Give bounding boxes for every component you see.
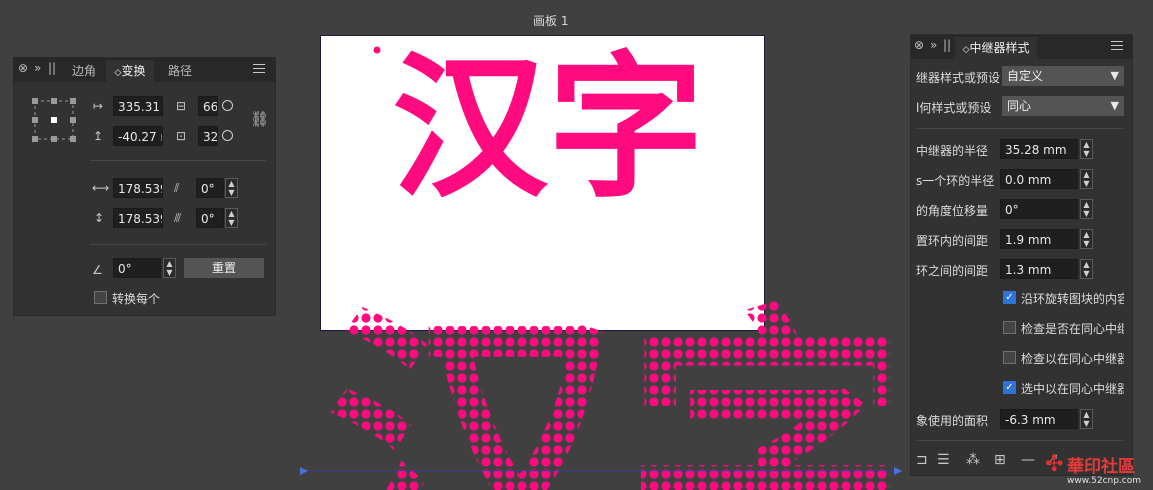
scale-width-field[interactable]: 178.539 — [113, 178, 163, 198]
width-field[interactable]: 663 — [198, 96, 218, 116]
repeater-radius-stepper[interactable]: ▲ ▼ — [1080, 139, 1093, 159]
skew-vertical-field[interactable]: 0° — [196, 208, 224, 228]
skew-horizontal-stepper[interactable]: ▲ ▼ — [225, 178, 238, 198]
divider — [916, 128, 1124, 129]
first-ring-radius-label: s一个环的半径 — [916, 174, 995, 188]
ring-spacing-stepper[interactable]: ▲ ▼ — [1080, 229, 1093, 249]
width-icon: ⊟ — [176, 99, 187, 113]
tab-transform-label: 变换 — [121, 64, 146, 78]
transform-each-label: 转换每个 — [112, 292, 161, 306]
rotate-angle-icon: ∠ — [92, 263, 103, 277]
ring-spacing-label: 置环内的间距 — [916, 234, 989, 248]
tab-path[interactable]: 路径 — [160, 60, 200, 82]
repeater-style-dropdown[interactable]: 自定义 ▼ — [1002, 66, 1124, 86]
ring-spacing-field[interactable]: 1.9 mm — [1000, 229, 1078, 249]
repeater-radius-field[interactable]: 35.28 mm — [1000, 139, 1078, 159]
divider — [90, 244, 266, 245]
rotate-field[interactable]: 0° — [113, 258, 161, 278]
transform-each-checkbox[interactable] — [94, 291, 107, 304]
link-proportions-icon[interactable]: ⛓ — [250, 112, 269, 127]
divider — [90, 160, 266, 161]
check-concentric-label: 检查是否在同心中继 — [1021, 322, 1124, 336]
watermark: ✣ 華印社區 www.52cnp.com — [1045, 452, 1153, 490]
collapse-panel-icon[interactable]: » — [34, 61, 41, 75]
width-radio[interactable] — [222, 100, 233, 111]
artboard[interactable] — [320, 35, 765, 331]
selection-baseline[interactable] — [300, 470, 902, 471]
sliders-icon[interactable]: ☰ — [937, 453, 950, 467]
y-position-icon: ↥ — [93, 129, 104, 143]
y-position-field[interactable]: -40.27 r — [113, 126, 163, 146]
x-position-icon: ↦ — [93, 99, 104, 113]
repeater-style-value: 自定义 — [1007, 69, 1044, 83]
watermark-logo-icon: ✣ — [1045, 452, 1064, 477]
divider — [916, 440, 1124, 441]
angle-offset-stepper[interactable]: ▲ ▼ — [1080, 199, 1093, 219]
watermark-brand: 華印社區 — [1067, 457, 1135, 477]
reference-point-icon[interactable] — [31, 97, 77, 143]
skew-horizontal-field[interactable]: 0° — [196, 178, 224, 198]
transform-panel-tabbar: ⊗ » || 边角 ◇变换 路径 — [14, 58, 275, 82]
area-used-label: 象使用的面积 — [916, 414, 989, 428]
x-position-field[interactable]: 335.31 r — [113, 96, 163, 116]
check-concentric-2-label: 检查以在同心中继器 — [1021, 352, 1124, 366]
panel-grip-icon[interactable]: || — [943, 38, 951, 52]
tab-repeater-style-label: 中继器样式 — [969, 41, 1030, 55]
select-concentric-label: 选中以在同心中继器 — [1021, 382, 1124, 396]
between-rings-field[interactable]: 1.3 mm — [1000, 259, 1078, 279]
reset-button[interactable]: 重置 — [184, 258, 264, 278]
repeater-panel-tabbar: ⊗ » || ◇中继器样式 — [911, 35, 1132, 59]
height-field[interactable]: 324 — [198, 126, 218, 146]
scale-height-field[interactable]: 178.539 — [113, 208, 163, 228]
rotate-tiles-label: 沿环旋转图块的内容 — [1021, 292, 1124, 306]
scale-height-icon: ↕ — [94, 211, 105, 225]
frame-icon[interactable]: ⊐ — [916, 453, 928, 467]
between-rings-stepper[interactable]: ▲ ▼ — [1080, 259, 1093, 279]
close-panel-icon[interactable]: ⊗ — [18, 61, 28, 75]
check-concentric-2-checkbox[interactable] — [1003, 351, 1016, 364]
scale-width-icon: ⟷ — [92, 181, 110, 195]
height-radio[interactable] — [222, 130, 233, 141]
geometry-style-value: 同心 — [1007, 99, 1032, 113]
tab-transform[interactable]: ◇变换 — [106, 60, 154, 82]
baseline-start-handle[interactable] — [300, 467, 308, 475]
between-rings-label: 环之间的间距 — [916, 264, 989, 278]
panel-menu-icon[interactable] — [253, 64, 265, 76]
repeater-style-label: 继器样式或预设 — [916, 71, 1001, 85]
minus-icon[interactable]: — — [1021, 453, 1035, 467]
tab-corners[interactable]: 边角 — [62, 60, 106, 82]
rotate-tiles-checkbox[interactable]: ✓ — [1003, 291, 1016, 304]
angle-offset-label: 的角度位移量 — [916, 204, 989, 218]
chevron-down-icon: ▼ — [1110, 69, 1119, 82]
first-ring-radius-stepper[interactable]: ▲ ▼ — [1080, 169, 1093, 189]
skew-vertical-stepper[interactable]: ▲ ▼ — [225, 208, 238, 228]
baseline-end-handle[interactable] — [894, 467, 902, 475]
first-ring-radius-field[interactable]: 0.0 mm — [1000, 169, 1078, 189]
area-used-stepper[interactable]: ▲ ▼ — [1080, 409, 1093, 429]
area-used-field[interactable]: -6.3 mm — [1000, 409, 1078, 429]
select-concentric-checkbox[interactable]: ✓ — [1003, 381, 1016, 394]
geometry-style-dropdown[interactable]: 同心 ▼ — [1002, 96, 1124, 116]
close-panel-icon[interactable]: ⊗ — [914, 38, 924, 52]
artboard-title[interactable]: 画板 1 — [533, 12, 568, 29]
watermark-url: www.52cnp.com — [1067, 476, 1142, 486]
chevron-down-icon: ▼ — [1110, 99, 1119, 112]
angle-offset-field[interactable]: 0° — [1000, 199, 1078, 219]
panel-grip-icon[interactable]: || — [48, 61, 56, 75]
height-icon: ⊡ — [176, 129, 187, 143]
hand-dots-icon[interactable]: ⁂ — [966, 453, 980, 467]
transform-panel: ⊗ » || 边角 ◇变换 路径 ↦ 335.31 r ⊟ 663 ↥ -40.… — [13, 57, 276, 316]
panel-menu-icon[interactable] — [1111, 41, 1123, 53]
repeater-style-panel: ⊗ » || ◇中继器样式 继器样式或预设 自定义 ▼ l何样式或预设 同心 ▼ 中… — [910, 34, 1133, 476]
grid-icon[interactable]: ⊞ — [994, 453, 1006, 467]
collapse-panel-icon[interactable]: » — [930, 38, 937, 52]
skew-horizontal-icon: ⫽ — [174, 181, 180, 195]
skew-vertical-icon: ⫻ — [174, 211, 182, 225]
check-concentric-checkbox[interactable] — [1003, 321, 1016, 334]
tab-repeater-style[interactable]: ◇中继器样式 — [955, 37, 1037, 59]
rotate-stepper[interactable]: ▲ ▼ — [163, 258, 176, 278]
repeater-radius-label: 中继器的半径 — [916, 144, 989, 158]
geometry-style-label: l何样式或预设 — [916, 101, 992, 115]
